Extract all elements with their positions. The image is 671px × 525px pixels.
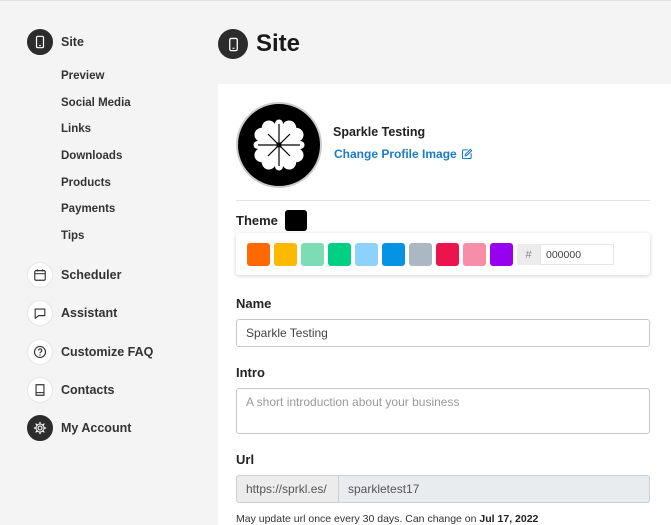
sidebar-subitem-tips[interactable]: Tips xyxy=(61,230,84,242)
intro-textarea[interactable] xyxy=(236,388,650,434)
sidebar-subitem-payments[interactable]: Payments xyxy=(61,203,115,215)
gear-icon xyxy=(27,415,53,441)
sidebar: Site Preview Social Media Links Download… xyxy=(0,0,210,525)
divider xyxy=(236,200,650,201)
sidebar-subitem-products[interactable]: Products xyxy=(61,177,111,189)
site-settings-card: Sparkle Testing Change Profile Image The… xyxy=(218,84,671,525)
sidebar-subitem-social-media[interactable]: Social Media xyxy=(61,97,131,109)
profile-avatar[interactable] xyxy=(236,102,322,188)
sidebar-item-label: Contacts xyxy=(61,383,115,397)
color-swatch-orange[interactable] xyxy=(247,243,270,266)
url-input-group: https://sprkl.es/ xyxy=(236,475,650,503)
color-swatch-red[interactable] xyxy=(436,243,459,266)
sidebar-item-my-account[interactable]: My Account xyxy=(27,415,131,441)
intro-label: Intro xyxy=(236,365,265,380)
sidebar-item-scheduler[interactable]: Scheduler xyxy=(27,262,121,288)
color-swatch-pink[interactable] xyxy=(463,243,486,266)
url-update-note: May update url once every 30 days. Can c… xyxy=(236,513,538,525)
name-input[interactable] xyxy=(236,319,650,347)
sidebar-item-label: My Account xyxy=(61,421,132,435)
theme-label: Theme xyxy=(236,213,278,228)
color-swatch-blue[interactable] xyxy=(382,243,405,266)
color-swatch-mint[interactable] xyxy=(301,243,324,266)
question-icon xyxy=(27,339,53,365)
clover-logo-icon xyxy=(253,119,305,171)
change-profile-image-link[interactable]: Change Profile Image xyxy=(334,147,473,161)
color-swatch-gray[interactable] xyxy=(409,243,432,266)
book-icon xyxy=(27,377,53,403)
sidebar-item-label: Customize FAQ xyxy=(61,345,154,359)
chat-icon xyxy=(27,300,53,326)
name-label: Name xyxy=(236,296,272,311)
sidebar-item-customize-faq[interactable]: Customize FAQ xyxy=(27,339,153,365)
calendar-icon xyxy=(27,262,53,288)
profile-name: Sparkle Testing xyxy=(333,125,426,139)
sidebar-item-contacts[interactable]: Contacts xyxy=(27,377,114,403)
page-header: Site xyxy=(218,29,300,59)
color-swatch-green[interactable] xyxy=(328,243,351,266)
sidebar-subitem-links[interactable]: Links xyxy=(61,123,91,135)
url-slug-input[interactable] xyxy=(339,475,650,503)
sidebar-item-assistant[interactable]: Assistant xyxy=(27,300,117,326)
url-label: Url xyxy=(236,452,255,467)
sidebar-item-label: Scheduler xyxy=(61,268,122,282)
color-swatch-light-blue[interactable] xyxy=(355,243,378,266)
color-swatch-amber[interactable] xyxy=(274,243,297,266)
color-swatch-purple[interactable] xyxy=(490,243,513,266)
color-palette: # xyxy=(236,233,650,275)
hex-hash-prefix: # xyxy=(517,244,540,265)
url-note-text: May update url once every 30 days. Can c… xyxy=(236,513,477,525)
sidebar-subitem-preview[interactable]: Preview xyxy=(61,70,104,82)
theme-selected-color[interactable] xyxy=(285,210,307,231)
hex-color-input[interactable] xyxy=(540,244,614,265)
url-prefix: https://sprkl.es/ xyxy=(236,475,339,503)
sidebar-item-label: Site xyxy=(61,35,84,49)
phone-icon xyxy=(218,29,248,59)
sidebar-subitem-downloads[interactable]: Downloads xyxy=(61,150,122,162)
change-profile-image-label: Change Profile Image xyxy=(334,147,457,161)
phone-icon xyxy=(27,29,53,55)
sidebar-item-site[interactable]: Site xyxy=(27,29,84,55)
sidebar-item-label: Assistant xyxy=(61,306,118,320)
edit-icon xyxy=(461,148,472,160)
page-title: Site xyxy=(256,30,301,57)
url-note-date: Jul 17, 2022 xyxy=(479,513,539,525)
